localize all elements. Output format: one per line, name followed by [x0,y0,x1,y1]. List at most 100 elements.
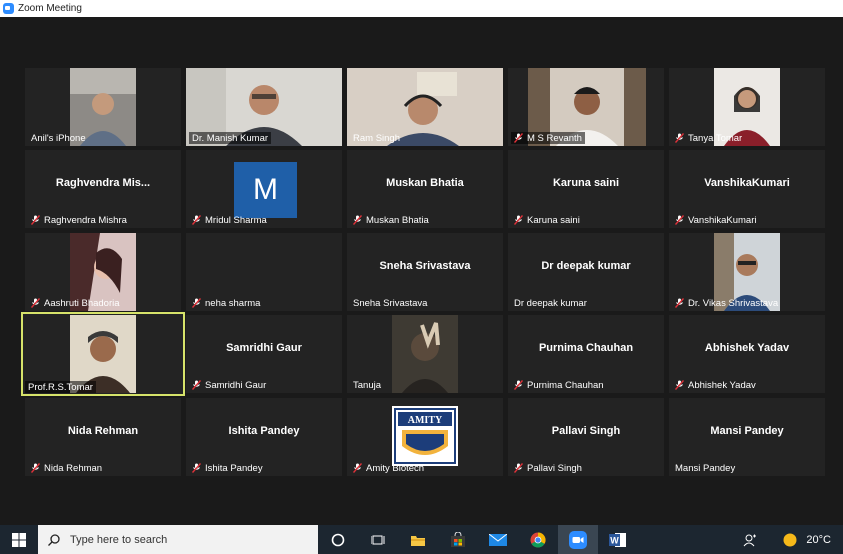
file-explorer-icon[interactable] [398,525,438,554]
participant-display-name: Ishita Pandey [228,425,300,437]
mic-muted-icon [192,298,201,308]
participant-tile[interactable]: Mansi Pandey Mansi Pandey [669,398,825,476]
cortana-icon[interactable] [318,525,358,554]
participant-name-label: Abhishek Yadav [672,379,759,391]
participant-name-label: Prof.R.S.Tomar [25,381,96,393]
word-icon[interactable]: W [598,525,638,554]
participant-name-label: Samridhi Gaur [189,379,269,391]
participant-tile[interactable]: Aashruti Bhadoria [25,233,181,311]
logo-text: AMITY [408,415,443,426]
participant-name-label: Purnima Chauhan [511,379,607,391]
participant-tile[interactable]: Abhishek Yadav Abhishek Yadav [669,315,825,393]
participant-name-label: Raghvendra Mishra [28,214,130,226]
participant-name-label: Amity Biotech [350,462,427,474]
mic-muted-icon [514,463,523,473]
participant-tile[interactable]: AMITY Amity Biotech [347,398,503,476]
weather-icon[interactable] [780,525,800,554]
store-icon[interactable] [438,525,478,554]
gallery-view: Anil's iPhone Dr. Manish Kumar Ram Singh… [0,17,843,525]
participant-tile[interactable]: Dr. Vikas Shrivastava [669,233,825,311]
participant-display-name: Mansi Pandey [710,425,784,437]
participant-name-label: Tanya Tomar [672,132,745,144]
amity-university-logo: AMITY [392,406,458,466]
participant-display-name: Raghvendra Mis... [55,177,151,189]
participant-tile[interactable]: Tanuja [347,315,503,393]
participant-display-name: Muskan Bhatia [386,177,464,189]
participant-tile[interactable]: Samridhi Gaur Samridhi Gaur [186,315,342,393]
participant-display-name: Dr deepak kumar [541,260,631,272]
participant-tile[interactable]: Anil's iPhone [25,68,181,146]
participant-tile[interactable]: neha sharma [186,233,342,311]
participant-display-name: Karuna saini [552,177,620,189]
participant-tile[interactable]: Tanya Tomar [669,68,825,146]
participant-tile[interactable]: Raghvendra Mis... Raghvendra Mishra [25,150,181,228]
mic-muted-icon [353,463,362,473]
participant-name-label: Nida Rehman [28,462,105,474]
system-tray: 20°C [736,525,843,554]
mic-muted-icon [31,463,40,473]
participant-name-label: Pallavi Singh [511,462,585,474]
participant-display-name: Pallavi Singh [551,425,621,437]
mic-muted-icon [675,133,684,143]
mic-muted-icon [31,298,40,308]
mic-muted-icon [675,215,684,225]
mic-muted-icon [192,215,201,225]
people-icon[interactable] [736,525,764,554]
windows-logo-icon [12,532,26,547]
mic-muted-icon [675,380,684,390]
participant-name-label: Ishita Pandey [189,462,266,474]
mic-muted-icon [514,380,523,390]
participant-tile[interactable]: Dr. Manish Kumar [186,68,342,146]
participant-tile[interactable]: Purnima Chauhan Purnima Chauhan [508,315,664,393]
mic-muted-icon [514,133,523,143]
participant-tile[interactable]: VanshikaKumari VanshikaKumari [669,150,825,228]
weather-temperature: 20°C [806,533,831,546]
participant-display-name: VanshikaKumari [704,177,790,189]
windows-start-button[interactable] [0,525,38,554]
taskbar-search-box[interactable]: Type here to search [38,525,318,554]
participant-tile[interactable]: Karuna saini Karuna saini [508,150,664,228]
participant-tile-active-speaker[interactable]: Prof.R.S.Tomar [21,312,185,396]
mic-muted-icon [31,215,40,225]
participant-tile[interactable]: M Mridul Sharma [186,150,342,228]
participant-name-label: Mansi Pandey [675,462,736,474]
participant-display-name: Samridhi Gaur [226,342,302,354]
participant-display-name: Nida Rehman [67,425,139,437]
mic-muted-icon [192,463,201,473]
participant-name-label: Tanuja [353,379,381,391]
chrome-icon[interactable] [518,525,558,554]
windows-taskbar: Type here to search W 20°C [0,525,843,554]
participant-name-label: Ram Singh [353,132,400,144]
mic-muted-icon [514,215,523,225]
participant-tile[interactable]: Muskan Bhatia Muskan Bhatia [347,150,503,228]
participant-name-label: Dr. Manish Kumar [189,132,272,144]
participant-tile[interactable]: M S Revanth [508,68,664,146]
participant-tile[interactable]: Nida Rehman Nida Rehman [25,398,181,476]
mic-muted-icon [353,215,362,225]
mic-muted-icon [192,380,201,390]
task-view-icon[interactable] [358,525,398,554]
participant-name-label: VanshikaKumari [672,214,759,226]
search-icon [48,533,60,546]
mic-muted-icon [675,298,684,308]
participant-name-label: Mridul Sharma [189,214,270,226]
participant-display-name: Purnima Chauhan [538,342,634,354]
participant-display-name: Sneha Srivastava [379,260,471,272]
participant-display-name: Abhishek Yadav [704,342,790,354]
participant-name-label: Aashruti Bhadoria [28,297,123,309]
participant-name-label: Dr. Vikas Shrivastava [672,297,781,309]
participant-name-label: Anil's iPhone [31,132,86,144]
participant-name-label: M S Revanth [511,132,585,144]
participant-tile[interactable]: Ishita Pandey Ishita Pandey [186,398,342,476]
participant-tile[interactable]: Pallavi Singh Pallavi Singh [508,398,664,476]
participant-name-label: Sneha Srivastava [353,297,428,309]
participant-avatar: M [234,162,297,218]
window-title: Zoom Meeting [18,3,82,14]
zoom-icon[interactable] [558,525,598,554]
participant-tile[interactable]: Ram Singh [347,68,503,146]
participant-tile[interactable]: Dr deepak kumar Dr deepak kumar [508,233,664,311]
mail-icon[interactable] [478,525,518,554]
search-placeholder: Type here to search [70,533,168,546]
window-titlebar: Zoom Meeting [0,0,843,17]
participant-tile[interactable]: Sneha Srivastava Sneha Srivastava [347,233,503,311]
